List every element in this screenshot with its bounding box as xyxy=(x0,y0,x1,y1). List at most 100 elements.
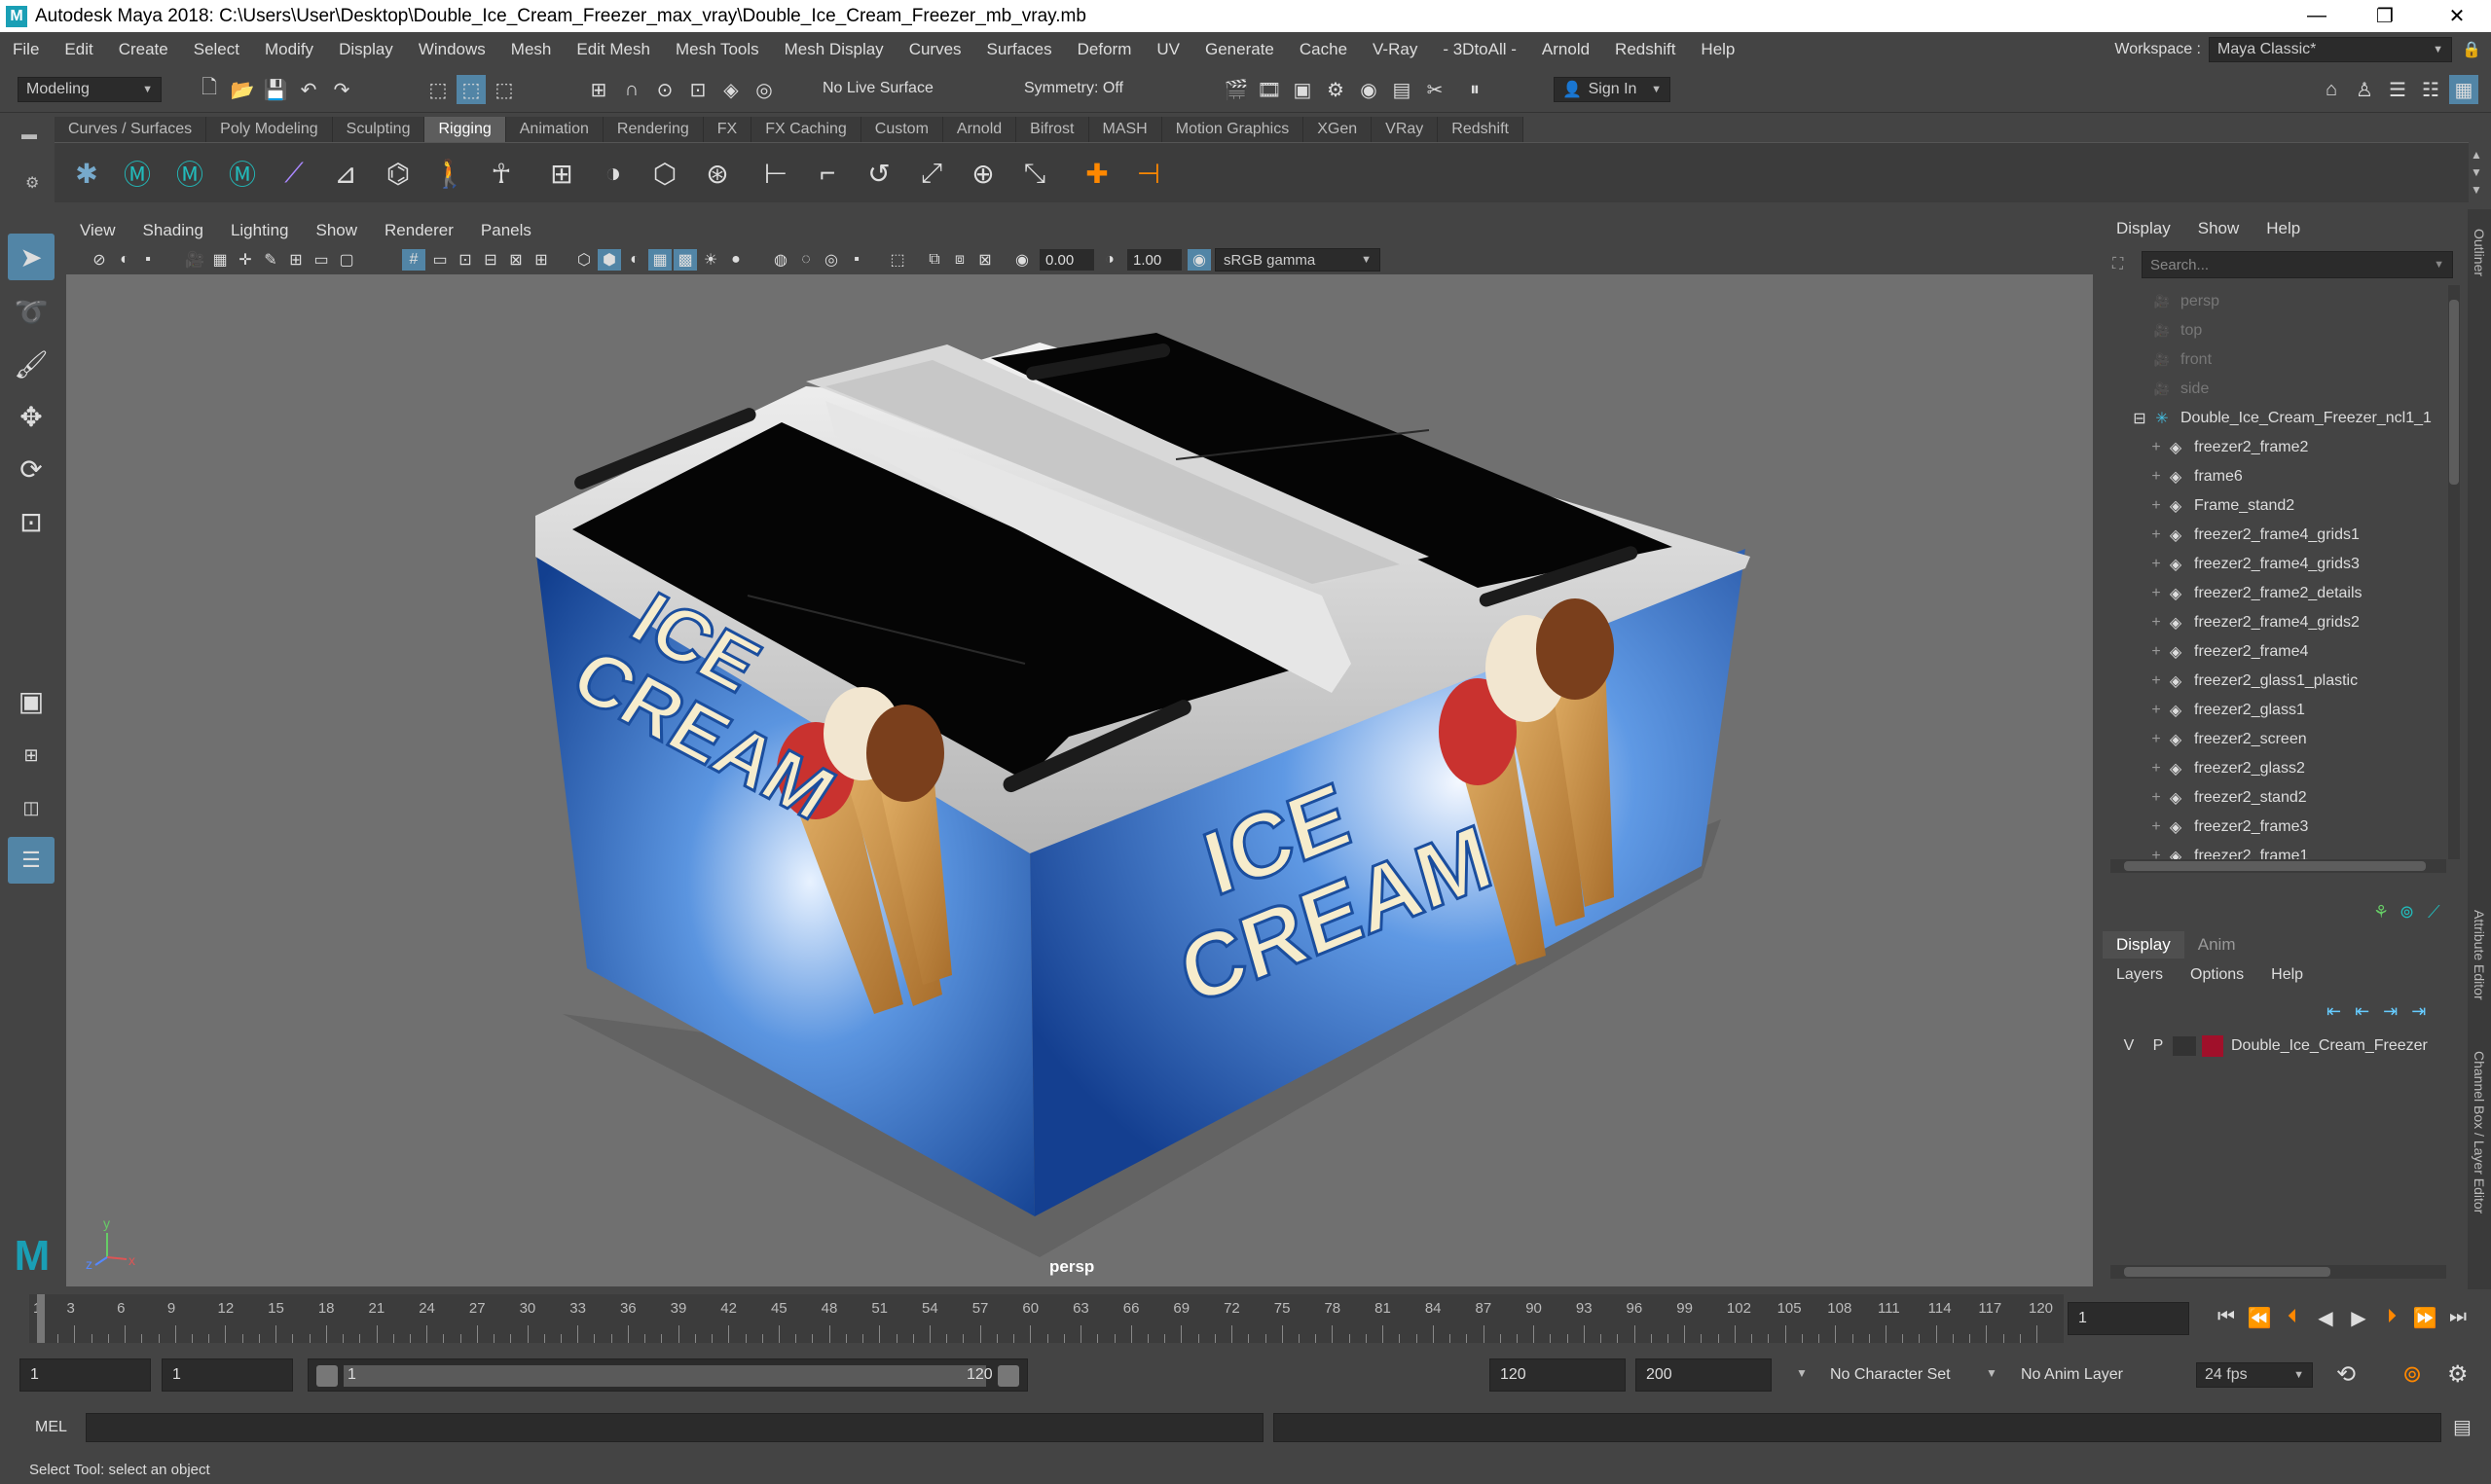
point-constraint-icon[interactable]: ⌐ xyxy=(807,153,848,194)
current-frame-field[interactable]: 1 xyxy=(2068,1302,2189,1335)
expand-icon[interactable]: + xyxy=(2149,643,2163,661)
layer-hscroll-thumb[interactable] xyxy=(2124,1267,2330,1277)
scale-tool-icon[interactable]: ⊡ xyxy=(8,498,55,545)
expand-icon[interactable]: + xyxy=(2149,848,2163,859)
shelf-tab-fx-caching[interactable]: FX Caching xyxy=(751,117,861,142)
gamma-icon[interactable]: ◑ xyxy=(1098,249,1121,271)
safe-action-icon[interactable]: ⊟ xyxy=(479,249,502,271)
outliner-hscrollbar[interactable] xyxy=(2110,859,2446,873)
joint-tool-icon[interactable]: ✱ xyxy=(66,153,107,194)
layer-row[interactable]: V P Double_Ice_Cream_Freezer xyxy=(2114,1032,2445,1061)
camera-attributes-icon[interactable]: 🎥 xyxy=(183,249,206,271)
filter-icon[interactable]: ⛶ xyxy=(2112,256,2123,273)
animation-prefs-icon[interactable]: ⚙ xyxy=(2447,1360,2469,1389)
open-scene-icon[interactable]: 📂 xyxy=(228,75,257,104)
outliner-side-tab[interactable]: Outliner xyxy=(2472,229,2487,276)
menu-edit-mesh[interactable]: Edit Mesh xyxy=(564,40,663,59)
outliner-item-mesh[interactable]: + ◈ freezer2_frame4_grids1 xyxy=(2149,521,2360,550)
outliner-item-mesh[interactable]: + ◈ freezer2_frame3 xyxy=(2149,813,2308,842)
menu-file[interactable]: File xyxy=(0,40,52,59)
four-view-icon[interactable]: ⊞ xyxy=(8,732,55,778)
expand-icon[interactable]: + xyxy=(2149,585,2163,602)
shelf-tab-xgen[interactable]: XGen xyxy=(1303,117,1373,142)
color-space-dropdown[interactable]: sRGB gamma ▼ xyxy=(1215,248,1380,271)
expand-icon[interactable]: + xyxy=(2149,789,2163,807)
menu-cache[interactable]: Cache xyxy=(1287,40,1360,59)
shelf-tab-rigging[interactable]: Rigging xyxy=(424,117,506,142)
select-component-icon[interactable]: ⬚ xyxy=(490,75,519,104)
shelf-tab-custom[interactable]: Custom xyxy=(861,117,943,142)
isolate-select-icon[interactable]: ⬚ xyxy=(886,249,909,271)
exposure-field[interactable]: 0.00 xyxy=(1040,249,1094,271)
shelf-options-icon[interactable]: ⚙ xyxy=(25,173,39,193)
script-editor-icon[interactable]: ▤ xyxy=(2453,1415,2472,1439)
film-gate-icon[interactable]: ▭ xyxy=(310,249,333,271)
depth-of-field-icon[interactable]: ▪ xyxy=(845,249,868,271)
snap-curve-icon[interactable]: ∩ xyxy=(617,75,646,104)
collapse-icon[interactable]: ⊟ xyxy=(2132,409,2147,428)
expand-icon[interactable]: + xyxy=(2149,497,2163,515)
step-back-key-icon[interactable]: ⏪ xyxy=(2243,1306,2276,1330)
select-object-icon[interactable]: ⬚ xyxy=(457,75,486,104)
render-settings-icon[interactable]: ⚙ xyxy=(1321,75,1350,104)
step-forward-frame-icon[interactable]: ⏵ xyxy=(2375,1306,2408,1330)
grease-pencil-icon[interactable]: ✎ xyxy=(259,249,282,271)
aim-constraint-icon[interactable]: ⊕ xyxy=(963,153,1004,194)
perspective-viewport[interactable]: ICE CREAM ICE CREAM y x z persp xyxy=(66,274,2093,1286)
outliner-menu-display[interactable]: Display xyxy=(2103,219,2184,238)
sign-in-dropdown[interactable]: 👤 Sign In ▼ xyxy=(1554,77,1670,102)
layer-type-box[interactable] xyxy=(2173,1036,2196,1056)
lights-icon[interactable]: ☀ xyxy=(699,249,722,271)
chevron-down-icon[interactable]: ▼ xyxy=(1796,1366,1808,1380)
current-time-indicator[interactable] xyxy=(37,1294,45,1343)
textured-icon[interactable]: ▦ xyxy=(648,249,672,271)
playback-end-field[interactable]: 120 xyxy=(1489,1358,1626,1392)
live-surface-label[interactable]: No Live Surface xyxy=(823,80,934,97)
snap-view-icon[interactable]: ⊡ xyxy=(683,75,713,104)
ik-spline-icon[interactable]: ⊿ xyxy=(325,153,366,194)
layer-menu-layers[interactable]: Layers xyxy=(2103,966,2177,984)
menu-deform[interactable]: Deform xyxy=(1065,40,1145,59)
bind-skin-icon[interactable]: ⌬ xyxy=(378,153,419,194)
start-time-field[interactable]: 1 xyxy=(19,1358,151,1392)
menu-arnold[interactable]: Arnold xyxy=(1529,40,1602,59)
safe-title-icon[interactable]: ⊠ xyxy=(504,249,528,271)
shelf-scroll-icon[interactable]: ▲ ▼ ▼ xyxy=(2471,146,2482,199)
minimize-icon[interactable]: — xyxy=(2283,0,2351,32)
outliner-item-mesh[interactable]: + ◈ freezer2_glass1 xyxy=(2149,696,2305,725)
shelf-menu-icon[interactable]: ▬ xyxy=(21,127,37,144)
range-end-handle[interactable] xyxy=(998,1365,1019,1387)
expand-icon[interactable]: + xyxy=(2149,468,2163,486)
paint-select-icon[interactable]: 🖌 xyxy=(8,341,55,387)
viewport-menu-show[interactable]: Show xyxy=(303,221,372,240)
lock-camera-icon[interactable]: ◐ xyxy=(113,249,136,271)
layer-tab-display[interactable]: Display xyxy=(2103,931,2184,959)
hud-icon[interactable]: ⊞ xyxy=(530,249,553,271)
menu-curves[interactable]: Curves xyxy=(897,40,974,59)
xray-joints-icon[interactable]: ⧈ xyxy=(948,249,971,271)
scale-constraint-icon[interactable]: ⤢ xyxy=(911,153,952,194)
outliner-layout-icon[interactable]: ☰ xyxy=(8,837,55,884)
menu-generate[interactable]: Generate xyxy=(1192,40,1287,59)
layer-menu-options[interactable]: Options xyxy=(2177,966,2257,984)
outliner-item-mesh[interactable]: + ◈ freezer2_frame2 xyxy=(2149,433,2308,462)
wireframe-on-shaded-icon[interactable]: ▩ xyxy=(674,249,697,271)
menu-redshift[interactable]: Redshift xyxy=(1602,40,1688,59)
outliner-menu-show[interactable]: Show xyxy=(2184,219,2253,238)
layer-hscrollbar[interactable] xyxy=(2110,1265,2446,1279)
outliner-item-mesh[interactable]: + ◈ freezer2_frame4_grids3 xyxy=(2149,550,2360,579)
attribute-editor-icon[interactable]: ☰ xyxy=(2383,75,2412,104)
snap-surface-icon[interactable]: ◈ xyxy=(716,75,746,104)
shelf-tab-motion-graphics[interactable]: Motion Graphics xyxy=(1161,117,1304,142)
outliner-item-mesh[interactable]: + ◈ freezer2_stand2 xyxy=(2149,783,2306,813)
select-camera-icon[interactable]: ⊘ xyxy=(88,249,111,271)
gate-mask-icon[interactable]: ▭ xyxy=(428,249,452,271)
outliner-item-mesh[interactable]: + ◈ freezer2_glass2 xyxy=(2149,754,2305,783)
shelf-tab-fx[interactable]: FX xyxy=(703,117,752,142)
scroll-thumb[interactable] xyxy=(2449,300,2459,485)
color-management-icon[interactable]: ◉ xyxy=(1188,249,1211,271)
outliner-item-camera[interactable]: 🎥 persp xyxy=(2151,287,2219,316)
menu-display[interactable]: Display xyxy=(326,40,406,59)
lasso-tool-icon[interactable]: ➰ xyxy=(8,288,55,335)
redo-icon[interactable]: ↷ xyxy=(327,75,356,104)
